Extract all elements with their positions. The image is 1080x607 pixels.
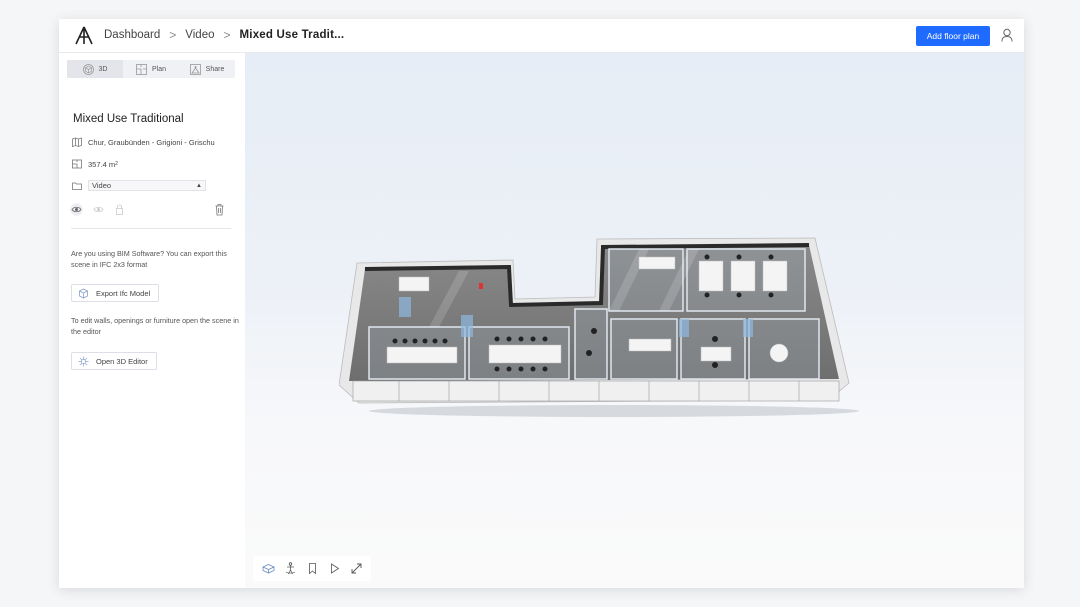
add-floor-plan-button[interactable]: Add floor plan (916, 26, 990, 46)
scene-actions (70, 203, 230, 217)
chevron-right-icon: > (169, 28, 177, 42)
3d-viewport[interactable] (245, 53, 1024, 588)
export-description: Are you using BIM Software? You can expo… (71, 249, 227, 269)
top-bar: Dashboard > Video > Mixed Use Tradit... … (59, 19, 1024, 53)
app-window: Dashboard > Video > Mixed Use Tradit... … (59, 19, 1024, 588)
share-icon (189, 63, 201, 75)
tab-3d-label: 3D (98, 65, 108, 73)
tab-3d[interactable]: 3D (67, 60, 123, 78)
export-ifc-button[interactable]: Export Ifc Model (71, 284, 160, 302)
folder-row: Video ▲︎ (72, 180, 206, 191)
folder-select-value: Video (92, 181, 112, 190)
floorplan-icon (136, 63, 147, 75)
folder-icon (72, 182, 82, 190)
tab-plan[interactable]: Plan (123, 60, 179, 78)
export-ifc-label: Export Ifc Model (96, 288, 151, 298)
scene-title: Mixed Use Traditional (73, 113, 184, 125)
area-unit-sup: 2 (115, 161, 118, 167)
bookmark-icon[interactable] (306, 562, 319, 575)
view-mode-icon[interactable] (262, 562, 275, 575)
folder-select[interactable]: Video ▲︎ (88, 180, 206, 191)
sidebar-divider (71, 228, 231, 229)
cube-icon (82, 63, 94, 75)
eye-icon[interactable] (92, 203, 105, 216)
play-icon[interactable] (328, 562, 341, 575)
chevron-right-icon: > (223, 28, 231, 42)
sidebar: 3D Plan Share Mixed Use Traditional Chur… (59, 53, 245, 588)
open-3d-editor-label: Open 3D Editor (96, 356, 148, 366)
view-tabs: 3D Plan Share (67, 60, 235, 78)
floor-plan-3d-model[interactable] (339, 235, 859, 417)
breadcrumb: Dashboard > Video > Mixed Use Tradit... (104, 28, 344, 42)
area-value: 357.4 m (88, 159, 116, 169)
area-row: 357.4 m2 (72, 159, 118, 169)
area-icon (72, 159, 82, 169)
location-text: Chur, Graubünden - Grigioni - Grischu (88, 137, 215, 147)
viewer-toolbar (253, 556, 371, 581)
fullscreen-icon[interactable] (350, 562, 363, 575)
editor-description: To edit walls, openings or furniture ope… (71, 316, 239, 336)
user-icon[interactable] (1001, 28, 1013, 42)
trash-icon[interactable] (213, 203, 226, 216)
cube-icon (79, 288, 88, 298)
breadcrumb-video[interactable]: Video (185, 29, 214, 41)
open-3d-editor-button[interactable]: Open 3D Editor (71, 352, 157, 370)
tab-plan-label: Plan (151, 65, 166, 73)
visibility-eye-icon[interactable] (70, 203, 83, 216)
archilogic-logo-icon[interactable] (75, 26, 93, 45)
select-arrows-icon: ▲︎ (196, 182, 202, 189)
tab-share-label: Share (205, 65, 225, 73)
location-row: Chur, Graubünden - Grigioni - Grischu (72, 137, 215, 147)
breadcrumb-dashboard[interactable]: Dashboard (104, 29, 160, 41)
tab-share[interactable]: Share (179, 60, 235, 78)
person-icon[interactable] (284, 562, 297, 575)
map-icon (72, 137, 82, 147)
lock-icon[interactable] (113, 203, 126, 216)
editor-cube-icon (78, 356, 89, 366)
breadcrumb-current: Mixed Use Tradit... (239, 29, 345, 41)
